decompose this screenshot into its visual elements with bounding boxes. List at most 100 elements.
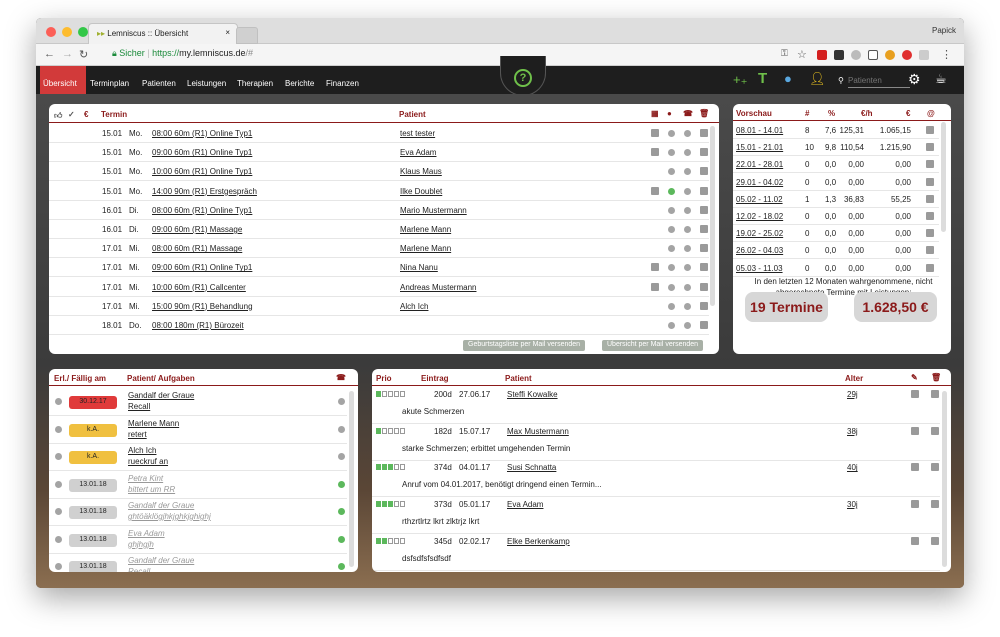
forecast-row[interactable]: 15.01 - 21.01 10 9,8 110,54 1.215,90 bbox=[733, 139, 939, 157]
appointment-link[interactable]: 09:00 60m (R1) Massage bbox=[152, 225, 242, 234]
delete-checkbox[interactable] bbox=[700, 263, 708, 272]
due-header[interactable]: Erl./ Fällig am bbox=[54, 374, 106, 383]
appointment-link[interactable]: 14:00 90m (R1) Erstgespräch bbox=[152, 187, 257, 196]
appointment-link[interactable]: 15:00 90m (R1) Behandlung bbox=[152, 302, 253, 311]
task-text-link[interactable]: Recall bbox=[128, 402, 150, 411]
appointment-row[interactable]: 15.01 Mo. 14:00 90m (R1) Erstgespräch Ilke … bbox=[49, 182, 709, 201]
mail-checkbox[interactable] bbox=[926, 126, 934, 134]
coffee-icon[interactable]: ☕︎ bbox=[935, 71, 947, 87]
forecast-row[interactable]: 29.01 - 04.02 0 0,0 0,00 0,00 bbox=[733, 174, 939, 191]
edit-checkbox[interactable] bbox=[911, 500, 919, 509]
delete-checkbox[interactable] bbox=[700, 301, 708, 310]
browser-tab[interactable]: ▸▸ Lemniscus :: Übersicht × bbox=[88, 23, 238, 44]
appointment-row[interactable]: 15.01 Mo. 09:00 60m (R1) Online Typ1 Eva Ad… bbox=[49, 143, 709, 163]
waitlist-row[interactable]: 374d 04.01.17 Susi Schnatta 40j Anruf vom 04… bbox=[372, 461, 940, 498]
priority-box[interactable] bbox=[394, 464, 399, 471]
scrollbar[interactable] bbox=[710, 126, 715, 306]
profile-name[interactable]: Papick bbox=[932, 26, 956, 35]
chat-icon[interactable]: ● bbox=[784, 71, 792, 86]
appointment-link[interactable]: 08:00 60m (R1) Massage bbox=[152, 244, 242, 253]
done-toggle[interactable] bbox=[55, 398, 62, 405]
task-row[interactable]: k.A. Marlene Mann retert bbox=[49, 417, 347, 444]
screenshot-extension-icon[interactable] bbox=[868, 50, 878, 60]
priority-box[interactable] bbox=[400, 501, 405, 508]
appointment-row[interactable]: 15.01 Mo. 08:00 60m (R1) Online Typ1 test t… bbox=[49, 124, 709, 143]
delete-checkbox[interactable] bbox=[700, 148, 708, 157]
priority-box[interactable] bbox=[376, 501, 381, 508]
patient-link[interactable]: Alch Ich bbox=[400, 302, 428, 311]
forecast-period-link[interactable]: 15.01 - 21.01 bbox=[736, 143, 783, 152]
priority-box[interactable] bbox=[394, 427, 399, 434]
patient-link[interactable]: Ilke Doublet bbox=[400, 187, 442, 196]
mail-checkbox[interactable] bbox=[926, 177, 934, 186]
delete-checkbox[interactable] bbox=[700, 321, 708, 329]
priority-box[interactable] bbox=[400, 391, 405, 397]
waitlist-row[interactable]: 200d 27.06.17 Steffi Kowalke 29j akute Schme… bbox=[372, 388, 940, 424]
priority-box[interactable] bbox=[388, 501, 393, 508]
close-window-button[interactable] bbox=[46, 27, 56, 37]
task-row[interactable]: 13.01.18 Gandalf der Graue ghtöäklögjhkjgh… bbox=[49, 499, 347, 526]
termin-header[interactable]: Termin bbox=[101, 110, 127, 119]
task-text-link[interactable]: retert bbox=[128, 430, 147, 439]
priority-box[interactable] bbox=[400, 464, 405, 471]
priority-box[interactable] bbox=[382, 464, 387, 471]
forecast-period-link[interactable]: 05.03 - 11.03 bbox=[736, 264, 783, 273]
waitlist-row[interactable]: 182d 15.07.17 Max Mustermann 38j starke Schm… bbox=[372, 425, 940, 461]
extension-icon[interactable] bbox=[885, 50, 895, 60]
delete-checkbox[interactable] bbox=[700, 205, 708, 214]
tab-close-icon[interactable]: × bbox=[225, 28, 230, 37]
mail-checkbox[interactable] bbox=[926, 212, 934, 220]
patient-search-input[interactable] bbox=[848, 74, 910, 88]
edit-checkbox[interactable] bbox=[911, 536, 919, 545]
done-toggle[interactable] bbox=[55, 535, 62, 543]
url-field[interactable]: 🔒︎ Sicher | https://my.lemniscus.de/# bbox=[112, 48, 253, 59]
edit-checkbox[interactable] bbox=[911, 426, 919, 435]
scrollbar[interactable] bbox=[942, 391, 947, 567]
birthday-mail-button[interactable]: Geburtstagsliste per Mail versenden bbox=[463, 340, 586, 351]
appointment-row[interactable]: 18.01 Do. 08:00 180m (R1) Bürozeit bbox=[49, 316, 709, 335]
task-row[interactable]: 13.01.18 Eva Adam ghjhgjh bbox=[49, 527, 347, 554]
done-toggle[interactable] bbox=[55, 563, 62, 570]
forecast-period-link[interactable]: 29.01 - 04.02 bbox=[736, 178, 783, 187]
appointment-row[interactable]: 16.01 Di. 09:00 60m (R1) Massage Marlene Ma… bbox=[49, 220, 709, 239]
unbilled-appointments-count[interactable]: 19 Termine bbox=[745, 292, 828, 322]
mail-checkbox[interactable] bbox=[926, 246, 934, 255]
task-text-link[interactable]: bittert um RR bbox=[128, 485, 175, 494]
delete-checkbox[interactable] bbox=[931, 426, 939, 435]
star-icon[interactable]: ☆ bbox=[797, 48, 807, 61]
wait-patient-link[interactable]: Eva Adam bbox=[507, 500, 543, 509]
appointment-link[interactable]: 08:00 180m (R1) Bürozeit bbox=[152, 321, 244, 330]
forecast-row[interactable]: 26.02 - 04.03 0 0,0 0,00 0,00 bbox=[733, 242, 939, 260]
priority-box[interactable] bbox=[400, 427, 405, 434]
scrollbar[interactable] bbox=[349, 391, 354, 567]
calendar-checkbox[interactable] bbox=[651, 129, 659, 137]
calendar-checkbox[interactable] bbox=[651, 282, 659, 291]
wait-age[interactable]: 30j bbox=[847, 500, 858, 509]
appointment-row[interactable]: 15.01 Mo. 10:00 60m (R1) Online Typ1 Klaus … bbox=[49, 162, 709, 182]
task-patient-link[interactable]: Gandalf der Graue bbox=[128, 501, 194, 510]
scrollbar[interactable] bbox=[941, 122, 946, 232]
patient-link[interactable]: test tester bbox=[400, 129, 435, 138]
task-row[interactable]: 13.01.18 Petra Kint bittert um RR bbox=[49, 472, 347, 499]
patient-link[interactable]: Marlene Mann bbox=[400, 225, 451, 234]
task-text-link[interactable]: ghtöäklögjhkjghkjghighj bbox=[128, 512, 211, 521]
add-user-icon[interactable]: 👤︎ bbox=[809, 71, 826, 87]
task-patient-link[interactable]: Gandalf der Graue bbox=[128, 556, 194, 565]
delete-checkbox[interactable] bbox=[700, 167, 708, 176]
priority-box[interactable] bbox=[394, 501, 399, 508]
task-row[interactable]: 30.12.17 Gandalf der Graue Recall bbox=[49, 389, 347, 416]
wait-patient-header[interactable]: Patient bbox=[505, 374, 532, 383]
euro-icon[interactable]: € bbox=[84, 110, 88, 119]
done-toggle[interactable] bbox=[55, 453, 62, 460]
task-row[interactable]: k.A. Alch Ich rueckruf an bbox=[49, 444, 347, 471]
extension-icon[interactable] bbox=[834, 50, 844, 60]
wait-patient-link[interactable]: Steffi Kowalke bbox=[507, 390, 558, 399]
mail-checkbox[interactable] bbox=[926, 160, 934, 169]
key-icon[interactable]: ⚿ bbox=[781, 48, 788, 59]
priority-box[interactable] bbox=[394, 391, 399, 397]
mail-checkbox[interactable] bbox=[926, 229, 934, 238]
priority-box[interactable] bbox=[382, 391, 387, 397]
appointment-row[interactable]: 17.01 Mi. 15:00 90m (R1) Behandlung Alch Ic… bbox=[49, 297, 709, 316]
mail-checkbox[interactable] bbox=[926, 263, 934, 272]
priority-box[interactable] bbox=[376, 427, 381, 434]
